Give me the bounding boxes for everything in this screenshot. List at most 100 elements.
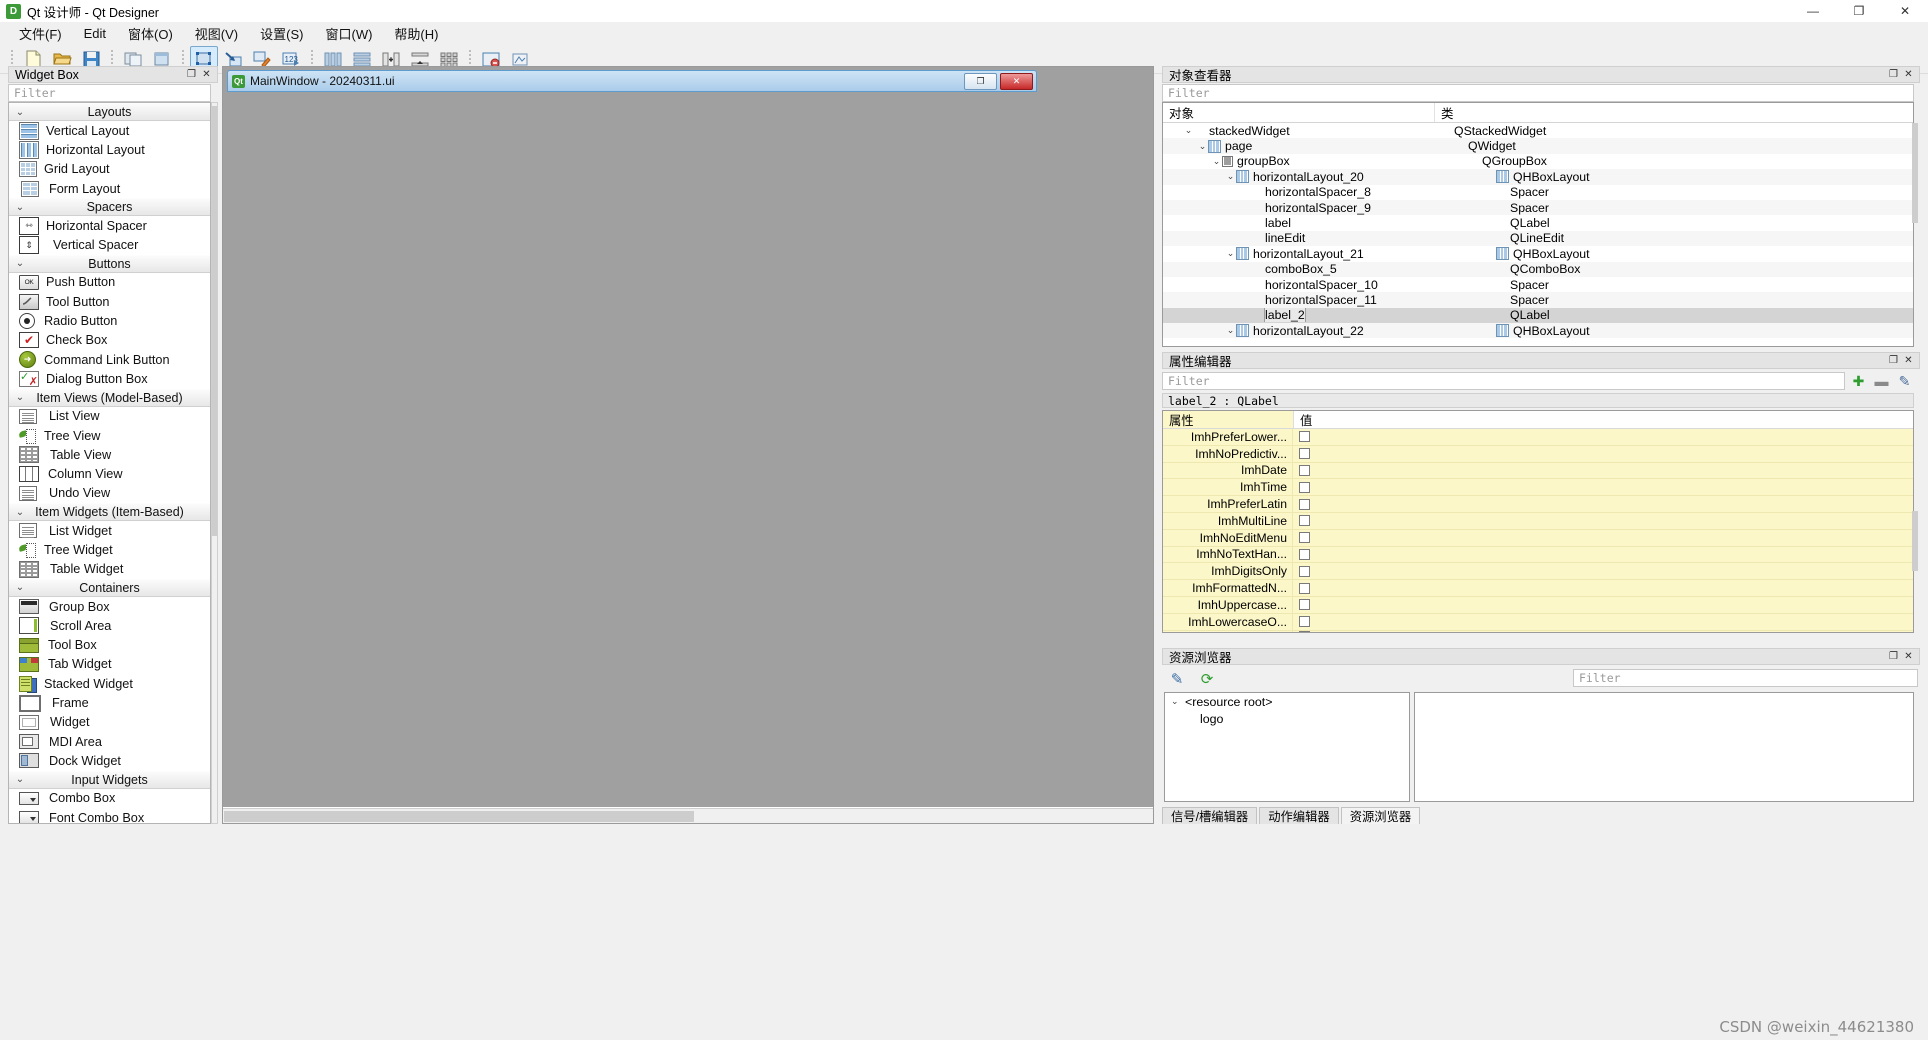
widget-item-vertical-spacer[interactable]: ⇕ Vertical Spacer bbox=[9, 235, 210, 255]
close-icon[interactable]: ✕ bbox=[1902, 68, 1915, 81]
widget-item-dialog-button-box[interactable]: ✓ ✗ Dialog Button Box bbox=[9, 369, 210, 388]
minimize-button[interactable]: — bbox=[1790, 0, 1836, 22]
object-tree-row[interactable]: horizontalSpacer_11 Spacer bbox=[1163, 292, 1913, 308]
widget-item-frame[interactable]: Frame bbox=[9, 693, 210, 712]
close-icon[interactable]: ✕ bbox=[1902, 354, 1915, 367]
add-property-icon[interactable]: ✚ bbox=[1849, 372, 1868, 391]
resource-root-row[interactable]: ⌄ <resource root> bbox=[1165, 693, 1409, 710]
property-row[interactable]: ImhDigitsOnly bbox=[1163, 563, 1913, 581]
chevron-down-icon[interactable]: ⌄ bbox=[1225, 171, 1236, 182]
object-tree-row[interactable]: ⌄ horizontalLayout_22 QHBoxLayout bbox=[1163, 323, 1913, 339]
float-icon[interactable]: ❐ bbox=[1887, 650, 1900, 663]
property-value-cell[interactable] bbox=[1292, 462, 1913, 480]
widget-group-item-widgets[interactable]: ⌄ Item Widgets (Item-Based) bbox=[9, 503, 210, 522]
widget-item-font-combo-box[interactable]: Font Combo Box bbox=[9, 808, 210, 823]
widget-item-table-view[interactable]: Table View bbox=[9, 445, 210, 464]
resource-filter-input[interactable]: Filter bbox=[1573, 669, 1918, 687]
property-row[interactable]: ImhUppercase... bbox=[1163, 596, 1913, 614]
widget-item-tree-widget[interactable]: Tree Widget bbox=[9, 540, 210, 559]
widget-item-radio-button[interactable]: Radio Button bbox=[9, 311, 210, 330]
property-checkbox[interactable] bbox=[1299, 515, 1310, 527]
object-tree-row[interactable]: ⌄ stackedWidget QStackedWidget bbox=[1163, 123, 1913, 138]
property-row[interactable]: ImhDate bbox=[1163, 462, 1913, 480]
chevron-down-icon[interactable]: ⌄ bbox=[1183, 125, 1194, 136]
property-checkbox[interactable] bbox=[1299, 582, 1310, 594]
property-value-cell[interactable] bbox=[1292, 445, 1913, 463]
column-header-property[interactable]: 属性 bbox=[1163, 411, 1293, 428]
float-icon[interactable]: ❐ bbox=[1887, 354, 1900, 367]
close-button[interactable]: ✕ bbox=[1882, 0, 1928, 22]
object-tree-row[interactable]: comboBox_5 QComboBox bbox=[1163, 261, 1913, 277]
property-checkbox[interactable] bbox=[1299, 498, 1310, 510]
column-header-object[interactable]: 对象 bbox=[1163, 103, 1434, 122]
close-icon[interactable]: ✕ bbox=[1902, 650, 1915, 663]
widget-item-horizontal-layout[interactable]: Horizontal Layout bbox=[9, 140, 210, 159]
property-checkbox[interactable] bbox=[1299, 616, 1310, 628]
property-row-clipped[interactable] bbox=[1163, 630, 1913, 632]
object-tree-row[interactable]: ⌄ page QWidget bbox=[1163, 138, 1913, 154]
widget-item-list-widget[interactable]: List Widget bbox=[9, 521, 210, 540]
close-icon[interactable]: ✕ bbox=[200, 68, 213, 81]
object-tree-row[interactable]: horizontalSpacer_10 Spacer bbox=[1163, 277, 1913, 292]
property-checkbox[interactable] bbox=[1299, 448, 1310, 460]
scrollbar-thumb[interactable] bbox=[1912, 123, 1918, 223]
object-inspector-filter-input[interactable]: Filter bbox=[1162, 84, 1914, 102]
widget-item-stacked-widget[interactable]: Stacked Widget bbox=[9, 674, 210, 694]
chevron-down-icon[interactable]: ⌄ bbox=[1171, 696, 1185, 707]
property-row[interactable]: ImhPreferLatin bbox=[1163, 496, 1913, 513]
tab-signal-slot-editor[interactable]: 信号/槽编辑器 bbox=[1162, 807, 1258, 824]
property-row[interactable]: ImhNoPredictiv... bbox=[1163, 445, 1913, 463]
resource-item-logo[interactable]: logo bbox=[1165, 710, 1409, 727]
menu-form[interactable]: 窗体(O) bbox=[117, 21, 184, 46]
form-window-title-bar[interactable]: Qt MainWindow - 20240311.ui ❐ ✕ bbox=[227, 70, 1037, 92]
property-checkbox[interactable] bbox=[1299, 431, 1310, 443]
widget-item-column-view[interactable]: Column View bbox=[9, 464, 210, 483]
menu-settings[interactable]: 设置(S) bbox=[249, 21, 314, 46]
object-tree-row[interactable]: lineEdit QLineEdit bbox=[1163, 230, 1913, 247]
widget-item-dock-widget[interactable]: Dock Widget bbox=[9, 751, 210, 770]
tab-action-editor[interactable]: 动作编辑器 bbox=[1259, 807, 1339, 824]
property-checkbox[interactable] bbox=[1299, 481, 1310, 493]
widget-item-undo-view[interactable]: Undo View bbox=[9, 484, 210, 503]
widget-group-buttons[interactable]: ⌄ Buttons bbox=[9, 254, 210, 273]
widget-box-filter-input[interactable]: Filter bbox=[8, 84, 211, 102]
menu-help[interactable]: 帮助(H) bbox=[383, 21, 449, 46]
object-tree-row[interactable]: horizontalSpacer_9 Spacer bbox=[1163, 199, 1913, 216]
property-value-cell[interactable] bbox=[1292, 429, 1913, 446]
property-checkbox[interactable] bbox=[1299, 548, 1310, 560]
property-checkbox[interactable] bbox=[1299, 565, 1310, 577]
property-value-cell[interactable] bbox=[1292, 529, 1913, 547]
widget-group-input-widgets[interactable]: ⌄ Input Widgets bbox=[9, 770, 210, 789]
scrollbar-thumb[interactable] bbox=[1912, 511, 1918, 571]
property-row[interactable]: ImhTime bbox=[1163, 479, 1913, 497]
reload-icon[interactable]: ⟳ bbox=[1196, 668, 1218, 690]
property-value-cell[interactable] bbox=[1292, 546, 1913, 564]
property-filter-input[interactable]: Filter bbox=[1162, 372, 1845, 390]
widget-item-widget[interactable]: Widget bbox=[9, 713, 210, 732]
menu-edit[interactable]: Edit bbox=[73, 23, 117, 44]
widget-item-combo-box[interactable]: Combo Box bbox=[9, 789, 210, 808]
object-tree-row[interactable]: ⌄ horizontalLayout_20 QHBoxLayout bbox=[1163, 169, 1913, 185]
widget-item-grid-layout[interactable]: Grid Layout bbox=[9, 160, 210, 179]
widget-item-scroll-area[interactable]: Scroll Area bbox=[9, 616, 210, 635]
object-tree-row[interactable]: ⌄ groupBox QGroupBox bbox=[1163, 154, 1913, 169]
property-value-cell[interactable] bbox=[1292, 479, 1913, 497]
widget-item-push-button[interactable]: OK Push Button bbox=[9, 273, 210, 292]
float-icon[interactable]: ❐ bbox=[185, 68, 198, 81]
mdi-horizontal-scrollbar[interactable] bbox=[223, 808, 1153, 823]
property-value-cell[interactable] bbox=[1292, 580, 1913, 597]
widget-item-form-layout[interactable]: Form Layout bbox=[9, 179, 210, 198]
float-icon[interactable]: ❐ bbox=[1887, 68, 1900, 81]
widget-item-tool-button[interactable]: Tool Button bbox=[9, 292, 210, 311]
widget-item-vertical-layout[interactable]: Vertical Layout bbox=[9, 121, 210, 140]
object-tree-row[interactable]: ⌄ horizontalLayout_21 QHBoxLayout bbox=[1163, 246, 1913, 261]
menu-view[interactable]: 视图(V) bbox=[184, 21, 249, 46]
widget-item-list-view[interactable]: List View bbox=[9, 407, 210, 426]
column-header-value[interactable]: 值 bbox=[1293, 411, 1913, 428]
maximize-button[interactable]: ❐ bbox=[1836, 0, 1882, 22]
widget-group-containers[interactable]: ⌄ Containers bbox=[9, 578, 210, 597]
widget-item-horizontal-spacer[interactable]: ⇿ Horizontal Spacer bbox=[9, 216, 210, 235]
property-checkbox[interactable] bbox=[1299, 599, 1310, 611]
configure-icon[interactable]: ✎ bbox=[1895, 372, 1914, 391]
edit-resources-icon[interactable]: ✎ bbox=[1166, 668, 1188, 690]
